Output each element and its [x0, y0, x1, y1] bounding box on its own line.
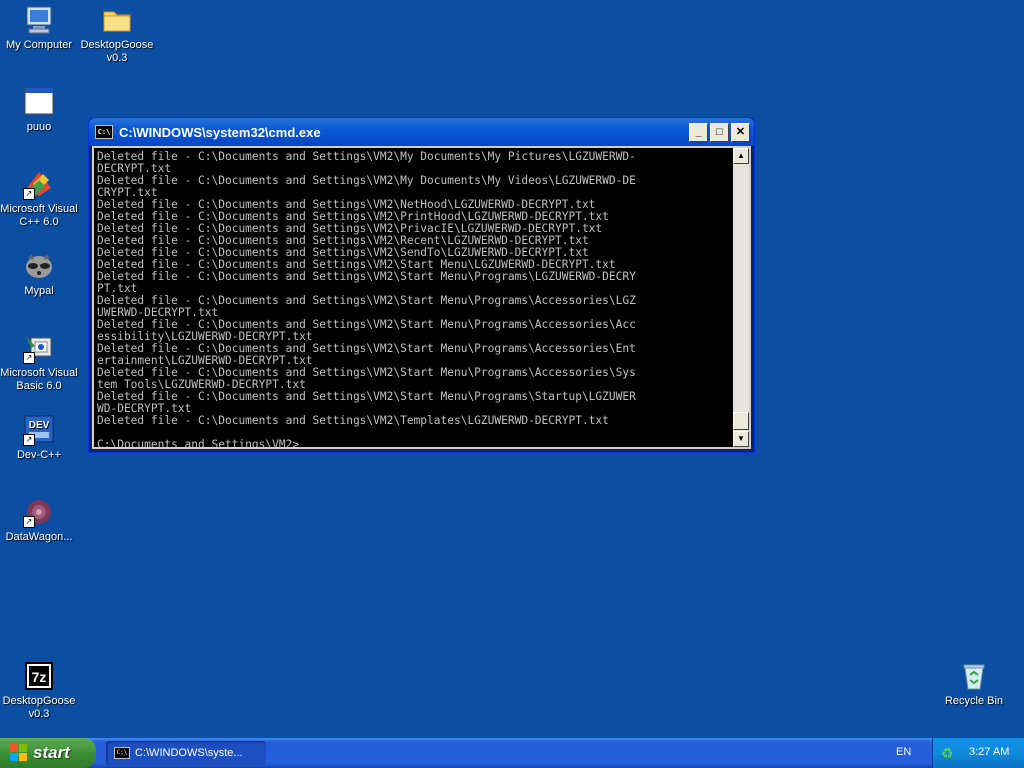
taskbar-button-label: C:\WINDOWS\syste... — [135, 747, 243, 759]
desktop-icon-label-2: v0.3 — [106, 52, 128, 64]
console-line: Deleted file - C:\Documents and Settings… — [97, 174, 636, 187]
recycle-bin-icon — [958, 660, 990, 692]
desktop-icon-label-2: C++ 6.0 — [19, 216, 59, 228]
system-tray: ♻ 3:27 AM — [932, 738, 1024, 768]
cmd-app-icon: C:\ — [114, 747, 130, 759]
window-icon — [23, 86, 55, 118]
network-tray-icon[interactable]: ♻ — [941, 745, 957, 761]
computer-icon — [23, 4, 55, 36]
visual-basic-icon: ↗ — [23, 332, 55, 364]
desktop-icon-label: Mypal — [24, 285, 54, 297]
vertical-scrollbar[interactable]: ▲ ▼ — [733, 148, 749, 447]
desktop-icon-dev-cpp[interactable]: DEV ↗ Dev-C++ — [0, 414, 78, 462]
cmd-window[interactable]: C:\ C:\WINDOWS\system32\cmd.exe _ □ ✕ De… — [88, 117, 755, 453]
raccoon-icon — [23, 250, 55, 282]
desktop-icon-my-computer[interactable]: My Computer — [0, 4, 78, 52]
svg-text:7z: 7z — [32, 669, 47, 685]
console-line: Deleted file - C:\Documents and Settings… — [97, 150, 636, 163]
desktop-icon-label: Dev-C++ — [16, 449, 62, 461]
datawagon-icon: ↗ — [23, 496, 55, 528]
windows-flag-icon — [10, 744, 28, 762]
console-line: C:\Documents and Settings\VM2>_ — [97, 438, 306, 448]
cmd-app-icon[interactable]: C:\ — [95, 125, 113, 139]
taskbar: start C:\ C:\WINDOWS\syste... EN ♻ 3:27 … — [0, 738, 1024, 768]
desktop-icon-label: DataWagon... — [5, 531, 73, 543]
maximize-button[interactable]: □ — [710, 122, 729, 142]
cmd-titlebar[interactable]: C:\ C:\WINDOWS\system32\cmd.exe _ □ ✕ — [89, 118, 754, 146]
desktop-icon-label: Recycle Bin — [944, 695, 1004, 707]
desktop-icon-label: DesktopGoose — [2, 695, 76, 707]
desktop-icon-visual-basic[interactable]: ↗ Microsoft Visual Basic 6.0 — [0, 332, 78, 393]
dev-cpp-icon: DEV ↗ — [23, 414, 55, 446]
minimize-button[interactable]: _ — [689, 122, 708, 142]
7zip-icon: 7z — [23, 660, 55, 692]
visual-cpp-icon: ↗ — [23, 168, 55, 200]
console-line: Deleted file - C:\Documents and Settings… — [97, 270, 636, 283]
shortcut-arrow-icon: ↗ — [23, 188, 35, 200]
taskbar-button-cmd[interactable]: C:\ C:\WINDOWS\syste... — [106, 741, 266, 765]
desktop-icon-label: Microsoft Visual — [0, 203, 78, 215]
shortcut-arrow-icon: ↗ — [23, 434, 35, 446]
clock[interactable]: 3:27 AM — [969, 746, 1009, 758]
console-line: Deleted file - C:\Documents and Settings… — [97, 414, 609, 427]
scroll-up-button[interactable]: ▲ — [733, 148, 749, 164]
desktop-icon-label: puuo — [26, 121, 52, 133]
desktop-icon-mypal[interactable]: Mypal — [0, 250, 78, 298]
console-line: Deleted file - C:\Documents and Settings… — [97, 390, 636, 403]
close-button[interactable]: ✕ — [731, 122, 750, 142]
shortcut-arrow-icon: ↗ — [23, 516, 35, 528]
desktop-icon-label: My Computer — [5, 39, 73, 51]
scroll-down-button[interactable]: ▼ — [733, 431, 749, 447]
desktop-icon-label: DesktopGoose — [80, 39, 154, 51]
desktop-icon-datawagon[interactable]: ↗ DataWagon... — [0, 496, 78, 544]
desktop-icon-puuo[interactable]: puuo — [0, 86, 78, 134]
cmd-frame: Deleted file - C:\Documents and Settings… — [92, 146, 751, 449]
shortcut-arrow-icon: ↗ — [23, 352, 35, 364]
desktop-icon-visual-cpp[interactable]: ↗ Microsoft Visual C++ 6.0 — [0, 168, 78, 229]
start-button[interactable]: start — [0, 738, 96, 768]
folder-icon — [101, 4, 133, 36]
desktop-icon-desktopgoose-7z[interactable]: 7z DesktopGoose v0.3 — [0, 660, 78, 721]
scrollbar-thumb[interactable] — [733, 412, 749, 430]
desktop-icon-recycle-bin[interactable]: Recycle Bin — [935, 660, 1013, 708]
start-label: start — [33, 743, 70, 762]
desktop-icon-label-2: v0.3 — [28, 708, 50, 720]
desktop-icon-label: Microsoft Visual — [0, 367, 78, 379]
svg-text:DEV: DEV — [29, 420, 50, 431]
console-output[interactable]: Deleted file - C:\Documents and Settings… — [94, 148, 733, 447]
desktop-icon-label-2: Basic 6.0 — [16, 380, 62, 392]
window-title: C:\WINDOWS\system32\cmd.exe — [119, 124, 321, 140]
language-indicator[interactable]: EN — [896, 746, 911, 758]
desktop-icon-desktopgoose-folder[interactable]: DesktopGoose v0.3 — [78, 4, 156, 65]
